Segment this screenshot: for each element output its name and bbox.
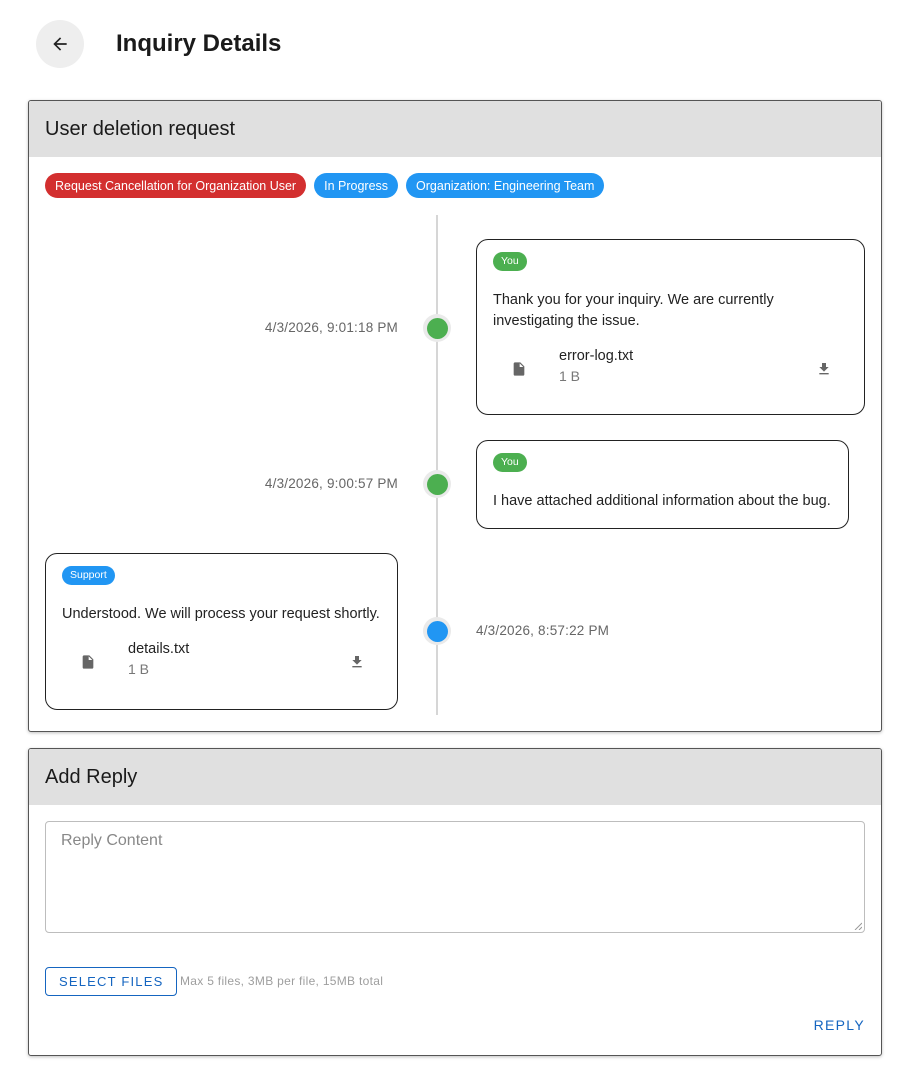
type-chip: Request Cancellation for Organization Us… xyxy=(45,173,307,198)
organization-chip: Organization: Engineering Team xyxy=(406,173,605,198)
select-files-button[interactable]: SELECT FILES xyxy=(45,967,178,996)
back-button[interactable] xyxy=(36,20,84,68)
attachment-size: 1 B xyxy=(559,368,581,384)
message-card: Support Understood. We will process your… xyxy=(45,553,398,710)
resize-handle-icon[interactable] xyxy=(854,922,862,930)
message-timestamp: 4/3/2026, 9:00:57 PM xyxy=(264,476,398,491)
reply-content-placeholder: Reply Content xyxy=(61,832,163,849)
file-icon xyxy=(82,655,94,669)
file-icon xyxy=(513,362,525,376)
download-icon[interactable] xyxy=(816,360,832,378)
attachment: details.txt 1 B xyxy=(62,641,381,685)
reply-content-input[interactable]: Reply Content xyxy=(45,821,865,933)
attachment-name: error-log.txt xyxy=(559,348,634,364)
timeline-dot xyxy=(423,470,451,498)
message-text: Thank you for your inquiry. We are curre… xyxy=(493,292,774,329)
timeline-dot xyxy=(423,314,451,342)
inquiry-chips: Request Cancellation for Organization Us… xyxy=(45,173,605,198)
message-card: You Thank you for your inquiry. We are c… xyxy=(476,239,865,415)
status-chip: In Progress xyxy=(314,173,399,198)
message-card: You I have attached additional informati… xyxy=(476,440,849,529)
message-text: I have attached additional information a… xyxy=(493,493,831,509)
attachment-name: details.txt xyxy=(128,641,190,657)
reply-card: Add Reply Reply Content SELECT FILES Max… xyxy=(28,748,882,1056)
inquiry-subject: User deletion request xyxy=(29,101,881,157)
reply-card-title: Add Reply xyxy=(29,749,881,805)
attachment: error-log.txt 1 B xyxy=(493,348,848,392)
message-text: Understood. We will process your request… xyxy=(62,606,380,622)
author-badge: You xyxy=(493,252,527,271)
author-badge: You xyxy=(493,453,527,472)
reply-button[interactable]: REPLY xyxy=(814,1017,865,1033)
arrow-back-icon xyxy=(53,37,67,51)
message-timestamp: 4/3/2026, 8:57:22 PM xyxy=(476,623,610,638)
file-limit-hint: Max 5 files, 3MB per file, 15MB total xyxy=(180,974,384,988)
download-icon[interactable] xyxy=(349,653,365,671)
message-timestamp: 4/3/2026, 9:01:18 PM xyxy=(264,320,398,335)
page-title: Inquiry Details xyxy=(116,30,282,57)
timeline-dot xyxy=(423,617,451,645)
inquiry-card: User deletion request Request Cancellati… xyxy=(28,100,882,732)
attachment-size: 1 B xyxy=(128,661,150,677)
author-badge: Support xyxy=(62,566,115,585)
